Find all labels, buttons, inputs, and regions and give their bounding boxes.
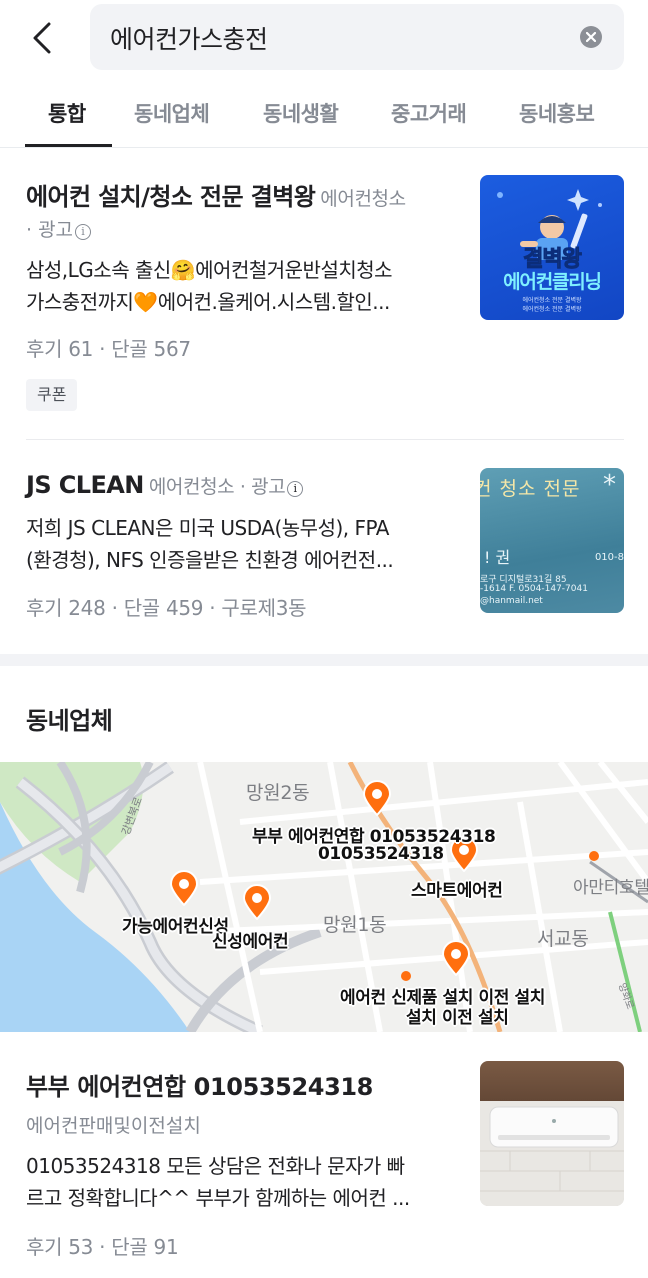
listing-meta: 후기 53 · 단골 91 (26, 1235, 179, 1259)
pin-label: 스마트에어컨 (411, 881, 503, 901)
map-base (0, 762, 648, 1032)
ad-title: JS CLEAN (26, 471, 144, 499)
listing-desc-line: 01053524318 모든 상담은 전화나 문자가 빠 (26, 1154, 405, 1178)
ad-category: 에어컨청소 (320, 188, 406, 210)
sparkle-icon: * (603, 470, 616, 500)
clear-search-button[interactable] (580, 26, 602, 48)
map-pin-icon[interactable] (441, 940, 471, 976)
section-separator (0, 654, 648, 666)
map-pin-icon[interactable] (169, 870, 199, 906)
ad-meta: 후기 248 · 단골 459 · 구로제3동 (26, 596, 307, 620)
back-button[interactable] (22, 16, 62, 60)
ad-description: 삼성,LG소속 출신🤗에어컨철거운반설치청소 가스충전까지🧡에어컨.올케어.시스… (26, 254, 456, 318)
thumb-phone: 010-8 (594, 552, 624, 563)
ad-label-text: · 광고 (26, 219, 74, 241)
pin-label: 설치 이전 설치 (406, 1008, 509, 1028)
thumb-small-text: 에어컨청소 전문 결벽왕 (522, 297, 582, 304)
ad-title: 에어컨 설치/청소 전문 결벽왕 (26, 183, 316, 211)
tab-local-business[interactable]: 동네업체 (134, 98, 210, 128)
search-input[interactable]: 에어컨가스충전 (90, 4, 624, 70)
business-map[interactable]: 망원2동 망원1동 서교동 아만티호텔 양화로 강변북로 부부 에어컨연합 01… (0, 762, 648, 1032)
search-tabs: 통합 동네업체 동네생활 중고거래 동네홍보 (0, 84, 648, 148)
map-pin-icon[interactable] (242, 884, 272, 920)
map-pin-icon[interactable] (362, 780, 392, 816)
ad-category: 에어컨청소 · 광고 (148, 476, 286, 498)
ad-description: 저희 JS CLEAN은 미국 USDA(농무성), FPA (환경청), NF… (26, 512, 456, 576)
ad-desc-line: 삼성,LG소속 출신🤗에어컨철거운반설치청소 (26, 258, 393, 282)
info-icon[interactable]: i (287, 480, 304, 497)
tab-local-life[interactable]: 동네생활 (263, 98, 339, 128)
thumb-top-text: 컨 청소 전문 (480, 478, 581, 500)
listing-desc-line: 르고 정확합니다^^ 부부가 함께하는 에어컨 ... (26, 1186, 410, 1210)
thumb-mid-text: ! 권 (484, 548, 511, 567)
search-query: 에어컨가스충전 (110, 25, 268, 54)
info-icon[interactable]: i (75, 223, 92, 240)
tab-used-trade[interactable]: 중고거래 (391, 98, 467, 128)
tab-local-promo[interactable]: 동네홍보 (519, 98, 595, 128)
ad-desc-line: 저희 JS CLEAN은 미국 USDA(농무성), FPA (26, 516, 389, 540)
area-label: 망원2동 (246, 782, 310, 804)
ad-thumbnail[interactable]: 결벽왕 에어컨클리닝 에어컨청소 전문 결벽왕 에어컨청소 전문 결벽왕 (480, 175, 624, 320)
map-dot[interactable] (589, 851, 599, 861)
close-icon (586, 32, 596, 42)
listing-title: 부부 에어컨연합 01053524318 (26, 1073, 373, 1101)
back-arrow-icon (33, 22, 51, 54)
divider (26, 439, 624, 440)
thumb-brand-line2: 에어컨클리닝 (503, 271, 602, 293)
tab-all[interactable]: 통합 (48, 98, 86, 128)
thumb-small-text: 에어컨청소 전문 결벽왕 (522, 306, 582, 313)
area-label: 망원1동 (323, 914, 387, 936)
ad-thumbnail[interactable]: 컨 청소 전문 * ! 권 010-8 로구 디지털로31길 85 -1614 … (480, 468, 624, 613)
pin-label: 01053524318 (318, 844, 444, 864)
air-conditioner-image (480, 1101, 624, 1206)
thumb-email: @hanmail.net (480, 596, 543, 606)
ad-desc-line: (환경청), NFS 인증을받은 친환경 에어컨전... (26, 548, 394, 572)
listing-thumbnail[interactable] (480, 1061, 624, 1206)
search-header: 에어컨가스충전 (0, 0, 648, 76)
listing-category: 에어컨판매및이전설치 (26, 1115, 201, 1137)
area-label: 아만티호텔 (573, 878, 648, 898)
ad-meta: 후기 61 · 단골 567 (26, 337, 191, 361)
pin-label: 신성에어컨 (212, 932, 289, 952)
active-tab-indicator (25, 144, 112, 147)
area-label: 서교동 (537, 928, 589, 950)
listing-description: 01053524318 모든 상담은 전화나 문자가 빠 르고 정확합니다^^ … (26, 1150, 456, 1214)
map-dot[interactable] (401, 971, 411, 981)
thumb-fax: -1614 F. 0504-147-7041 (480, 584, 588, 594)
ad-label: · 광고 i (26, 215, 92, 242)
ad-desc-line: 가스충전까지🧡에어컨.올케어.시스템.할인... (26, 290, 390, 314)
section-title: 동네업체 (26, 707, 113, 735)
coupon-badge: 쿠폰 (26, 379, 78, 411)
ad-title-row: JS CLEAN 에어컨청소 · 광고 i (26, 471, 304, 499)
ad-title-row: 에어컨 설치/청소 전문 결벽왕 에어컨청소 (26, 177, 406, 212)
